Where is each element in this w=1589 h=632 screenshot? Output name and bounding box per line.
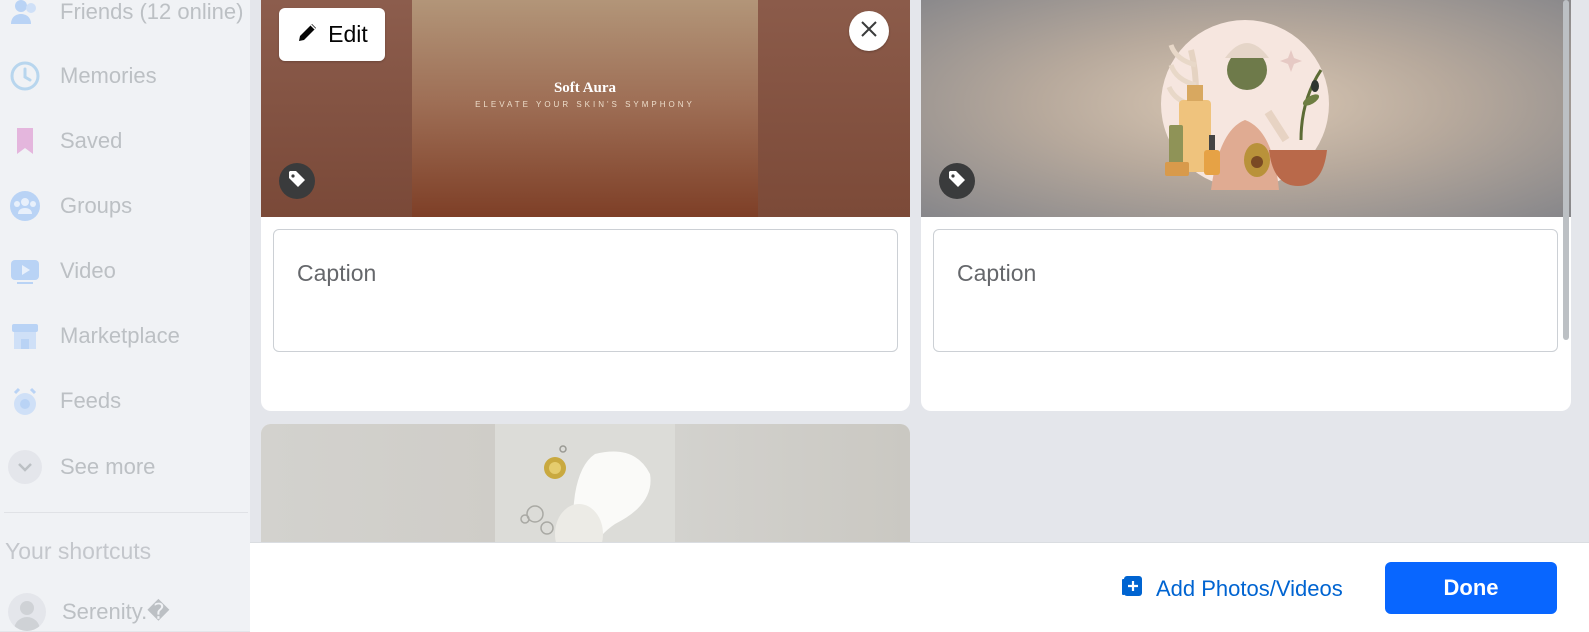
dialog-footer: Add Photos/Videos Done (250, 542, 1589, 632)
image-subtitle: ELEVATE YOUR SKIN'S SYMPHONY (475, 100, 695, 109)
add-photos-videos-button[interactable]: Add Photos/Videos (1122, 573, 1343, 604)
sidebar-item-label: Friends (12 online) (60, 0, 244, 24)
shortcuts-heading: Your shortcuts (5, 538, 152, 564)
saved-bookmark-icon (8, 124, 42, 158)
pencil-icon (296, 20, 320, 49)
sidebar-item-see-more[interactable]: See more (8, 445, 244, 489)
sidebar-item-friends[interactable]: Friends (12 online) (8, 0, 244, 34)
close-icon (859, 19, 879, 44)
remove-media-button[interactable] (849, 11, 889, 51)
sidebar-item-video[interactable]: Video (8, 249, 244, 293)
video-icon (8, 254, 42, 288)
friends-icon (8, 0, 42, 29)
product-image: Soft Aura ELEVATE YOUR SKIN'S SYMPHONY (412, 0, 758, 217)
sidebar-item-label: Memories (60, 63, 157, 88)
sidebar-item-saved[interactable]: Saved (8, 119, 244, 163)
sidebar-item-groups[interactable]: Groups (8, 184, 244, 228)
tag-product-button[interactable] (279, 163, 315, 199)
sidebar-item-label: Feeds (60, 388, 122, 413)
left-sidebar: Friends (12 online) Memories Saved Group… (0, 0, 250, 631)
scrollbar[interactable] (1563, 0, 1569, 340)
groups-icon (8, 189, 42, 223)
media-card: Caption (921, 0, 1571, 411)
sidebar-item-label: Video (60, 258, 116, 283)
avatar (8, 593, 46, 631)
sidebar-divider (4, 512, 248, 513)
feeds-icon (8, 384, 42, 418)
caption-input[interactable]: Caption (273, 229, 898, 352)
media-preview (921, 0, 1571, 217)
image-title: Soft Aura (553, 80, 617, 96)
caption-placeholder: Caption (957, 260, 1037, 286)
tag-icon (947, 169, 967, 194)
done-button[interactable]: Done (1385, 562, 1557, 614)
sidebar-item-label: Groups (60, 193, 133, 218)
sidebar-item-feeds[interactable]: Feeds (8, 379, 244, 423)
tag-product-button[interactable] (939, 163, 975, 199)
sidebar-item-label: See more (60, 454, 156, 479)
marketplace-store-icon (8, 319, 42, 353)
edit-label: Edit (328, 21, 368, 47)
skincare-illustration (1161, 20, 1329, 190)
tag-icon (287, 169, 307, 194)
caption-input[interactable]: Caption (933, 229, 1558, 352)
chevron-down-icon (8, 450, 42, 484)
sidebar-item-label: Marketplace (60, 323, 180, 348)
sidebar-item-marketplace[interactable]: Marketplace (8, 314, 244, 358)
shortcut-item[interactable]: Serenity.� (8, 590, 244, 631)
caption-placeholder: Caption (297, 260, 377, 286)
media-card: Soft Aura ELEVATE YOUR SKIN'S SYMPHONY E… (261, 0, 910, 411)
sidebar-item-label: Saved (60, 128, 123, 153)
edit-button[interactable]: Edit (279, 8, 385, 61)
shortcut-label: Serenity.� (62, 599, 170, 624)
sidebar-item-memories[interactable]: Memories (8, 54, 244, 98)
add-photo-icon (1122, 573, 1146, 604)
memories-clock-icon (8, 59, 42, 93)
add-photos-label: Add Photos/Videos (1156, 575, 1343, 601)
